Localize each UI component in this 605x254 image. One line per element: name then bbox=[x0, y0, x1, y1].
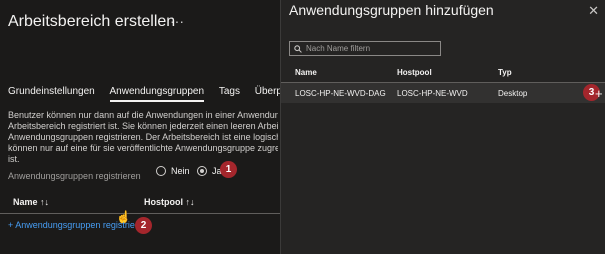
radio-yes-circle[interactable] bbox=[197, 166, 207, 176]
tab-bar: Grundeinstellungen Anwendungsgruppen Tag… bbox=[8, 86, 280, 102]
description: Benutzer können nur dann auf die Anwendu… bbox=[8, 110, 278, 164]
step-badge-1: 1 bbox=[220, 161, 237, 178]
filter-input[interactable]: Nach Name filtern bbox=[289, 41, 441, 56]
filter-placeholder: Nach Name filtern bbox=[306, 44, 371, 53]
column-type[interactable]: Typ bbox=[498, 68, 512, 77]
row-type: Desktop bbox=[498, 89, 528, 98]
radio-yes[interactable]: Ja bbox=[197, 166, 222, 176]
search-icon bbox=[294, 44, 302, 53]
add-application-groups-link[interactable]: + Anwendungsgruppen registrieren bbox=[8, 220, 148, 230]
more-icon[interactable]: ··· bbox=[170, 13, 184, 29]
row-hostpool: LOSC-HP-NE-WVD bbox=[397, 89, 468, 98]
tab-application-groups[interactable]: Anwendungsgruppen bbox=[109, 86, 205, 102]
add-application-groups-panel: Anwendungsgruppen hinzufügen ✕ Nach Name… bbox=[280, 0, 605, 254]
tab-tags[interactable]: Tags bbox=[219, 86, 240, 97]
create-workspace-blade: Arbeitsbereich erstellen ··· Grundeinste… bbox=[0, 0, 280, 254]
page-title: Arbeitsbereich erstellen bbox=[8, 13, 176, 30]
close-icon[interactable]: ✕ bbox=[588, 3, 599, 19]
tab-review-create[interactable]: Überprüfen + e bbox=[255, 86, 280, 97]
radio-no-label: Nein bbox=[171, 166, 190, 176]
column-hostpool[interactable]: Hostpool bbox=[397, 68, 432, 77]
radio-no-circle[interactable] bbox=[156, 166, 166, 176]
column-hostpool[interactable]: Hostpool ↑↓ bbox=[144, 197, 195, 207]
table-row[interactable]: LOSC-HP-NE-WVD-DAG LOSC-HP-NE-WVD Deskto… bbox=[281, 83, 605, 103]
column-name[interactable]: Name ↑↓ bbox=[13, 197, 49, 207]
tab-basics[interactable]: Grundeinstellungen bbox=[8, 86, 95, 97]
add-icon[interactable]: + bbox=[595, 86, 603, 101]
radio-no[interactable]: Nein bbox=[156, 166, 190, 176]
row-name: LOSC-HP-NE-WVD-DAG bbox=[295, 89, 386, 98]
table-header: Name ↑↓ Hostpool ↑↓ bbox=[0, 191, 280, 214]
step-badge-2: 2 bbox=[135, 217, 152, 234]
column-name[interactable]: Name bbox=[295, 68, 317, 77]
register-label: Anwendungsgruppen registrieren bbox=[8, 171, 141, 181]
panel-title: Anwendungsgruppen hinzufügen bbox=[289, 2, 494, 18]
panel-table-header: Name Hostpool Typ bbox=[281, 60, 605, 83]
